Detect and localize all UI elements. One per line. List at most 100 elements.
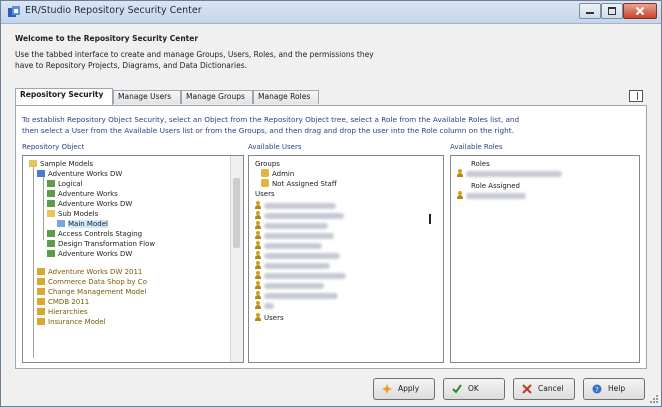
tree-node-label: Adventure Works DW xyxy=(58,250,133,258)
group-icon xyxy=(261,179,269,187)
tree-node-label: Hierarchies xyxy=(48,308,88,316)
instructions-line-1: To establish Repository Object Security,… xyxy=(22,115,520,124)
list-item-group[interactable]: Admin xyxy=(261,169,294,179)
repository-object-tree[interactable]: Sample Models Adventure Works DW Logical… xyxy=(22,155,244,363)
tree-node[interactable]: Adventure Works xyxy=(47,189,118,199)
diagram-icon xyxy=(37,268,45,275)
tree-node-label: Access Controls Staging xyxy=(58,230,143,238)
model-icon xyxy=(47,200,55,207)
users-header: Users xyxy=(255,190,275,198)
tab-manage-groups[interactable]: Manage Groups xyxy=(181,90,253,104)
roles-header: Roles xyxy=(471,160,490,168)
help-icon: ? xyxy=(592,384,602,394)
tree-node[interactable]: Adventure Works DW xyxy=(37,169,122,179)
tree-scrollbar-thumb[interactable] xyxy=(233,178,240,248)
user-icon xyxy=(255,261,261,269)
tree-node-label: Change Management Model xyxy=(48,288,147,296)
user-icon xyxy=(457,191,463,199)
svg-text:?: ? xyxy=(595,386,599,394)
repository-object-label: Repository Object xyxy=(22,143,85,151)
user-icon xyxy=(255,251,261,259)
tree-node-label: CMDB 2011 xyxy=(48,298,90,306)
tree-node-label: Sample Models xyxy=(40,160,94,168)
list-item-user[interactable] xyxy=(255,301,274,311)
minimize-icon xyxy=(586,12,594,14)
maximize-button[interactable] xyxy=(601,3,623,19)
tree-node[interactable]: Adventure Works DW xyxy=(47,249,132,259)
user-icon xyxy=(255,281,261,289)
tree-node[interactable]: Commerce Data Shop by Co xyxy=(37,277,147,287)
help-button[interactable]: ? Help xyxy=(583,378,645,400)
tree-node[interactable]: Hierarchies xyxy=(37,307,88,317)
group-icon xyxy=(261,169,269,177)
users-footer: Users xyxy=(255,313,284,323)
available-users-list[interactable]: Groups Admin Not Assigned Staff Users Us… xyxy=(248,155,444,363)
tree-node-selected[interactable]: Main Model xyxy=(57,219,108,229)
cancel-button[interactable]: Cancel xyxy=(513,378,575,400)
list-item-role-assigned[interactable] xyxy=(457,191,526,201)
tree-node[interactable]: CMDB 2011 xyxy=(37,297,89,307)
list-item-user[interactable] xyxy=(255,231,334,241)
app-icon xyxy=(8,6,20,17)
tab-repository-security[interactable]: Repository Security xyxy=(15,88,113,105)
list-item-user[interactable] xyxy=(255,251,340,261)
check-icon xyxy=(452,384,462,394)
ok-button[interactable]: OK xyxy=(443,378,505,400)
tree-node-label: Logical xyxy=(58,180,83,188)
tree-node-label: Adventure Works DW xyxy=(58,200,133,208)
close-icon xyxy=(635,6,645,16)
tree-node[interactable]: Logical xyxy=(47,179,83,189)
cancel-icon xyxy=(522,384,532,394)
close-button[interactable] xyxy=(623,3,657,19)
panel-toggle-icon[interactable] xyxy=(629,90,643,102)
tree-node[interactable]: Adventure Works DW xyxy=(47,199,132,209)
tab-manage-users[interactable]: Manage Users xyxy=(113,90,181,104)
tab-manage-roles[interactable]: Manage Roles xyxy=(253,90,319,104)
tree-node[interactable]: Adventure Works DW 2011 xyxy=(37,267,142,277)
maximize-icon xyxy=(608,7,616,15)
user-icon xyxy=(255,211,261,219)
list-item-user[interactable] xyxy=(255,281,324,291)
security-instructions: To establish Repository Object Security,… xyxy=(22,114,519,136)
apply-button[interactable]: Apply xyxy=(373,378,435,400)
role-assigned-header: Role Assigned xyxy=(471,182,520,190)
list-item-user[interactable] xyxy=(255,241,322,251)
resize-grip-icon[interactable] xyxy=(649,394,659,404)
groups-header: Groups xyxy=(255,160,280,168)
user-icon xyxy=(255,271,261,279)
tree-scrollbar[interactable] xyxy=(230,156,243,362)
user-icon xyxy=(255,201,261,209)
intro-heading: Welcome to the Repository Security Cente… xyxy=(15,34,199,43)
tree-node-label: Adventure Works DW xyxy=(48,170,123,178)
tree-guide-line xyxy=(43,170,44,240)
tree-node[interactable]: Access Controls Staging xyxy=(47,229,142,239)
tree-node[interactable]: Sub Models xyxy=(47,209,98,219)
user-icon xyxy=(255,301,261,309)
tree-guide-line xyxy=(33,162,34,358)
available-roles-list[interactable]: Roles Role Assigned xyxy=(450,155,640,363)
list-item-user[interactable] xyxy=(255,291,338,301)
list-item-user[interactable] xyxy=(255,211,344,221)
list-item-group[interactable]: Not Assigned Staff xyxy=(261,179,337,189)
tree-node[interactable]: Design Transformation Flow xyxy=(47,239,155,249)
minimize-button[interactable] xyxy=(579,3,601,19)
user-icon xyxy=(255,221,261,229)
list-item-role[interactable] xyxy=(457,169,562,179)
diagram-icon xyxy=(37,288,45,295)
tree-node[interactable]: Insurance Model xyxy=(37,317,106,327)
folder-icon xyxy=(29,160,37,167)
tree-node[interactable]: Change Management Model xyxy=(37,287,146,297)
list-item-user[interactable] xyxy=(255,271,346,281)
list-item-user[interactable] xyxy=(255,261,330,271)
list-item-user[interactable] xyxy=(255,201,336,211)
intro-line-1: Use the tabbed interface to create and m… xyxy=(15,50,374,59)
available-roles-label: Available Roles xyxy=(450,143,503,151)
model-icon xyxy=(47,250,55,257)
user-icon xyxy=(255,231,261,239)
list-item-user[interactable] xyxy=(255,221,328,231)
tree-node[interactable]: Sample Models xyxy=(29,159,93,169)
model-icon xyxy=(47,190,55,197)
apply-icon xyxy=(382,384,392,394)
title-bar[interactable]: ER/Studio Repository Security Center xyxy=(1,1,661,24)
user-icon xyxy=(255,291,261,299)
